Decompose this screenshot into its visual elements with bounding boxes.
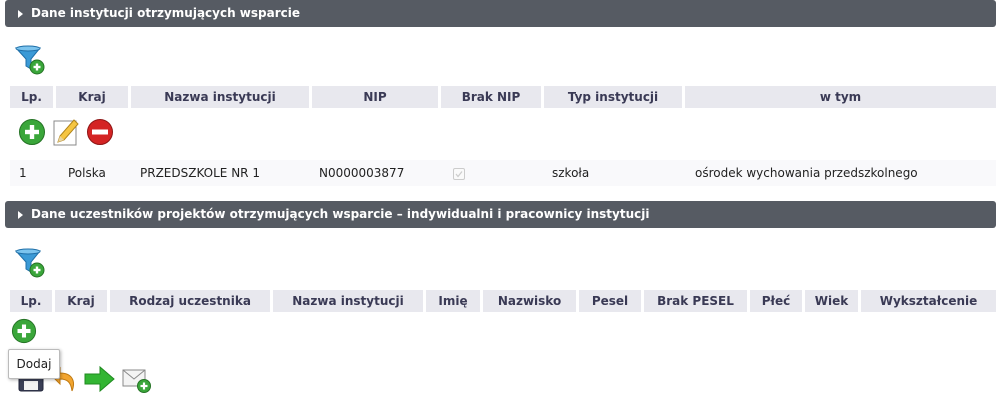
- column-header-kraj[interactable]: Kraj: [56, 86, 128, 108]
- column-header-imie[interactable]: Imię: [426, 290, 480, 312]
- column-header-wiek[interactable]: Wiek: [805, 290, 858, 312]
- column-header-kraj[interactable]: Kraj: [55, 290, 107, 312]
- column-header-brak-nip[interactable]: Brak NIP: [441, 86, 541, 108]
- column-header-rodzaj-uczestnika[interactable]: Rodzaj uczestnika: [110, 290, 270, 312]
- cell-typ: szkoła: [552, 166, 590, 180]
- section-title: Dane instytucji otrzymujących wsparcie: [31, 6, 301, 20]
- tooltip-add: Dodaj: [8, 349, 60, 379]
- column-header-nazwa-instytucji[interactable]: Nazwa instytucji: [131, 86, 309, 108]
- brak-nip-checkbox[interactable]: [453, 168, 465, 180]
- column-header-plec[interactable]: Płeć: [750, 290, 802, 312]
- delete-icon[interactable]: [86, 118, 114, 146]
- cell-nip: N0000003877: [319, 166, 405, 180]
- cell-nazwa: PRZEDSZKOLE NR 1: [140, 166, 260, 180]
- cell-kraj: Polska: [68, 166, 106, 180]
- column-header-brak-pesel[interactable]: Brak PESEL: [644, 290, 747, 312]
- add-icon[interactable]: [11, 318, 37, 344]
- right-arrow-icon[interactable]: [84, 365, 116, 393]
- section-header-institutions[interactable]: Dane instytucji otrzymujących wsparcie: [5, 0, 996, 27]
- cell-lp: 1: [19, 166, 27, 180]
- edit-pencil-icon[interactable]: [52, 117, 80, 147]
- add-icon[interactable]: [18, 118, 46, 146]
- column-header-lp[interactable]: Lp.: [10, 290, 52, 312]
- table-row[interactable]: 1 Polska PRZEDSZKOLE NR 1 N0000003877 sz…: [10, 160, 996, 186]
- filter-add-icon[interactable]: [14, 44, 48, 76]
- section-title: Dane uczestników projektów otrzymujących…: [31, 207, 650, 221]
- section-header-participants[interactable]: Dane uczestników projektów otrzymujących…: [5, 201, 996, 228]
- column-header-wyksztalcenie[interactable]: Wykształcenie: [861, 290, 996, 312]
- table-header-institutions: Lp. Kraj Nazwa instytucji NIP Brak NIP T…: [10, 86, 996, 108]
- column-header-nazwisko[interactable]: Nazwisko: [483, 290, 576, 312]
- column-header-nip[interactable]: NIP: [312, 86, 438, 108]
- column-header-pesel[interactable]: Pesel: [579, 290, 641, 312]
- expand-triangle-icon: [18, 10, 23, 18]
- cell-w-tym: ośrodek wychowania przedszkolnego: [695, 166, 918, 180]
- column-header-typ-instytucji[interactable]: Typ instytucji: [544, 86, 682, 108]
- expand-triangle-icon: [18, 211, 23, 219]
- filter-add-icon[interactable]: [14, 247, 48, 279]
- column-header-nazwa-instytucji[interactable]: Nazwa instytucji: [273, 290, 423, 312]
- column-header-lp[interactable]: Lp.: [10, 86, 53, 108]
- column-header-w-tym[interactable]: w tym: [685, 86, 996, 108]
- table-header-participants: Lp. Kraj Rodzaj uczestnika Nazwa instytu…: [10, 290, 996, 312]
- mail-add-icon[interactable]: [121, 366, 153, 394]
